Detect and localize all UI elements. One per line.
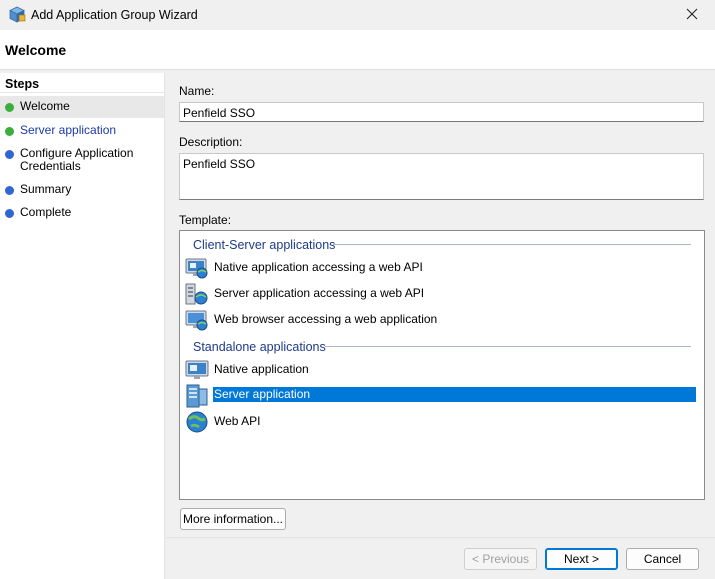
step-summary: Summary	[0, 183, 164, 196]
previous-button[interactable]: < Previous	[464, 548, 537, 570]
template-item-label: Web API	[214, 414, 261, 428]
title-bar: Add Application Group Wizard	[0, 0, 715, 30]
template-item-label: Server application accessing a web API	[214, 286, 425, 300]
template-item-web-api[interactable]: Web API	[185, 410, 697, 434]
template-item-label: Native application accessing a web API	[214, 260, 423, 274]
template-item-server-web-api[interactable]: Server application accessing a web API	[185, 282, 697, 306]
step-server-application[interactable]: Server application	[0, 124, 164, 137]
page-title: Welcome	[5, 42, 67, 58]
footer-divider	[166, 537, 715, 538]
description-field[interactable]: Penfield SSO	[179, 153, 704, 200]
step-label: Summary	[20, 182, 72, 196]
step-welcome: Welcome	[0, 96, 164, 118]
step-label: Configure Application Credentials	[20, 146, 134, 173]
step-label: Complete	[20, 205, 72, 219]
step-status-icon	[5, 150, 14, 159]
template-item-server-application[interactable]: Server application	[185, 384, 697, 408]
step-complete: Complete	[0, 206, 164, 219]
server-app-icon	[185, 282, 209, 306]
server-app-icon	[185, 384, 209, 408]
native-app-icon	[185, 358, 209, 382]
step-status-icon	[5, 103, 14, 112]
template-item-native-application[interactable]: Native application	[185, 358, 697, 380]
close-button[interactable]	[669, 0, 715, 30]
template-item-label: Server application	[212, 386, 697, 403]
group-header-standalone: Standalone applications	[193, 340, 326, 354]
cancel-button[interactable]: Cancel	[626, 548, 699, 570]
description-label: Description:	[179, 135, 243, 149]
template-item-label: Web browser accessing a web application	[214, 312, 438, 326]
wizard-header: Welcome	[0, 30, 715, 70]
name-field[interactable]: Penfield SSO	[179, 102, 704, 122]
close-icon	[686, 8, 698, 23]
step-status-icon	[5, 186, 14, 195]
steps-heading: Steps	[0, 73, 165, 93]
step-status-icon	[5, 127, 14, 136]
template-list[interactable]: Client-Server applications Native applic…	[179, 230, 705, 500]
native-app-icon	[185, 256, 209, 280]
steps-pane: Steps Welcome Server application Configu…	[0, 73, 165, 579]
template-item-native-web-api[interactable]: Native application accessing a web API	[185, 256, 697, 280]
next-button[interactable]: Next >	[545, 548, 618, 570]
step-label: Welcome	[20, 99, 70, 113]
template-item-web-browser-web-app[interactable]: Web browser accessing a web application	[185, 308, 697, 332]
group-divider	[333, 244, 691, 245]
group-divider	[325, 346, 691, 347]
template-label: Template:	[179, 213, 232, 227]
step-status-icon	[5, 209, 14, 218]
step-configure-credentials: Configure Application Credentials	[0, 147, 164, 173]
web-browser-icon	[185, 308, 209, 332]
more-information-button[interactable]: More information...	[180, 508, 286, 530]
group-header-client-server: Client-Server applications	[193, 238, 336, 252]
window-title: Add Application Group Wizard	[31, 8, 198, 22]
wizard-app-icon	[8, 6, 26, 24]
globe-icon	[185, 410, 209, 434]
name-label: Name:	[179, 84, 215, 98]
step-label[interactable]: Server application	[20, 123, 116, 137]
wizard-window: Add Application Group Wizard Welcome Ste…	[0, 0, 715, 579]
template-item-label: Native application	[214, 362, 309, 376]
